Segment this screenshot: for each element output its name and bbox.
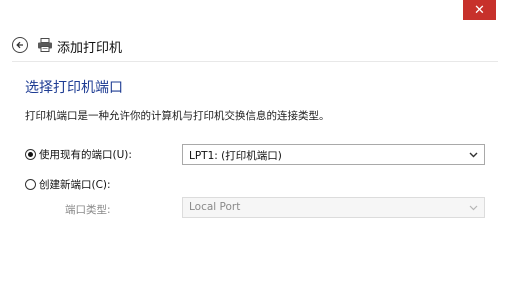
wizard-header: 添加打印机: [0, 28, 510, 64]
port-type-select: Local Port: [182, 197, 485, 218]
new-port-option[interactable]: 创建新端口(C):: [25, 177, 111, 192]
existing-port-option[interactable]: 使用现有的端口(U):: [25, 147, 132, 162]
existing-port-select[interactable]: LPT1: (打印机端口): [182, 144, 485, 165]
chevron-down-icon: [469, 205, 478, 211]
close-icon[interactable]: ✕: [474, 3, 485, 18]
back-button[interactable]: [12, 37, 28, 53]
chevron-down-icon: [469, 152, 478, 158]
page-description: 打印机端口是一种允许你的计算机与打印机交换信息的连接类型。: [25, 110, 330, 122]
port-type-value: Local Port: [189, 201, 241, 213]
wizard-title: 添加打印机: [57, 41, 123, 56]
port-type-label: 端口类型:: [65, 204, 111, 216]
new-port-radio[interactable]: [25, 179, 36, 190]
new-port-label[interactable]: 创建新端口(C):: [39, 177, 111, 192]
page-heading: 选择打印机端口: [25, 80, 123, 96]
printer-icon: [38, 38, 52, 52]
back-arrow-icon[interactable]: [15, 40, 25, 50]
existing-port-value: LPT1: (打印机端口): [189, 150, 282, 162]
add-printer-window: ✕ 添加打印机 选择打印机端口 打印机端口是一种允许你的计算机与打印机交换信息的…: [0, 0, 510, 290]
existing-port-radio[interactable]: [25, 149, 36, 160]
existing-port-label[interactable]: 使用现有的端口(U):: [39, 147, 132, 162]
close-button[interactable]: ✕: [463, 0, 496, 20]
